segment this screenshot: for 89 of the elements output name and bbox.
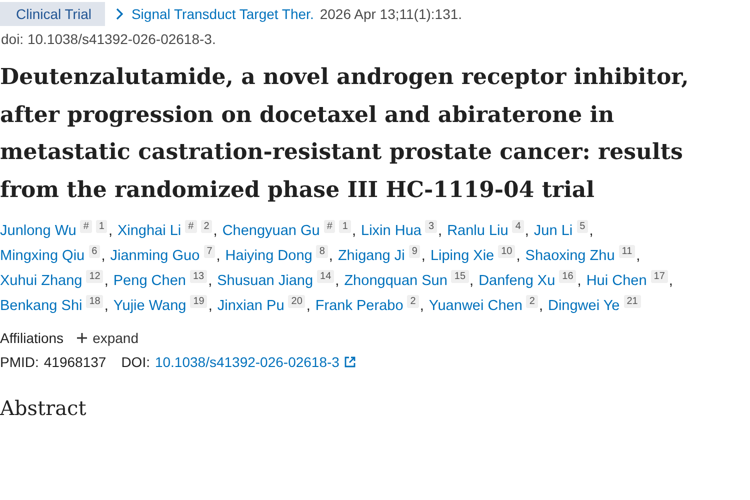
- comma-separator: ,: [104, 273, 108, 289]
- author-link[interactable]: Shaoxing Zhu: [525, 244, 615, 269]
- citation-text: 2026 Apr 13;11(1):131.: [320, 6, 462, 22]
- affiliation-marker[interactable]: 2: [200, 220, 212, 233]
- comma-separator: ,: [524, 223, 529, 239]
- author-link[interactable]: Yujie Wang: [113, 294, 186, 319]
- author-link[interactable]: Lixin Hua: [361, 219, 422, 244]
- section-heading: Abstract: [0, 396, 88, 420]
- comma-separator: ,: [352, 223, 356, 239]
- author-link[interactable]: Jinxian Pu: [217, 294, 284, 319]
- author-link[interactable]: Xuhui Zhang: [0, 269, 82, 294]
- comma-separator: ,: [470, 273, 474, 289]
- affiliation-marker[interactable]: 21: [624, 295, 641, 308]
- author-link[interactable]: Haiying Dong: [225, 244, 312, 269]
- affiliation-marker[interactable]: 1: [96, 220, 108, 233]
- affiliation-marker[interactable]: 4: [512, 220, 524, 233]
- affiliation-marker[interactable]: 1: [339, 220, 351, 233]
- comma-separator: ,: [328, 248, 333, 264]
- author-link[interactable]: Junlong Wu: [0, 219, 76, 244]
- comma-separator: ,: [208, 298, 212, 314]
- doi-link[interactable]: 10.1038/s41392-026-02618-3: [154, 354, 340, 370]
- author-link[interactable]: Zhongquan Sun: [344, 269, 448, 294]
- affiliation-marker[interactable]: 15: [451, 270, 469, 283]
- affiliation-marker[interactable]: 14: [317, 270, 334, 283]
- author-link[interactable]: Chengyuan Gu: [222, 219, 320, 244]
- author-link[interactable]: Xinghai Li: [117, 219, 182, 244]
- author-link[interactable]: Zhigang Ji: [338, 244, 405, 269]
- plus-icon: [76, 332, 88, 344]
- author-link[interactable]: Dingwei Ye: [548, 294, 620, 319]
- comma-separator: ,: [208, 273, 212, 289]
- affiliation-marker[interactable]: 16: [559, 270, 576, 283]
- comma-separator: ,: [538, 298, 543, 314]
- comma-separator: ,: [420, 298, 424, 314]
- journal-link[interactable]: Signal Transduct Target Ther.: [131, 6, 314, 22]
- author-link[interactable]: Frank Perabo: [315, 294, 404, 319]
- author-link[interactable]: Hui Chen: [586, 269, 647, 294]
- comma-separator: ,: [213, 223, 218, 239]
- pmid-label: PMID:: [0, 354, 39, 370]
- comma-separator: ,: [306, 298, 310, 314]
- affiliation-marker[interactable]: 13: [190, 270, 208, 283]
- comma-separator: ,: [101, 248, 106, 264]
- author-link[interactable]: Jun Li: [534, 219, 573, 244]
- affiliation-marker[interactable]: #: [185, 220, 197, 233]
- affiliation-marker[interactable]: 10: [498, 245, 516, 258]
- author-link[interactable]: Peng Chen: [113, 269, 186, 294]
- affiliation-marker[interactable]: 5: [576, 220, 588, 233]
- author-link[interactable]: Benkang Shi: [0, 294, 82, 319]
- comma-separator: ,: [108, 223, 112, 239]
- author-link[interactable]: Liping Xie: [430, 244, 494, 269]
- affiliation-marker[interactable]: 11: [618, 245, 636, 258]
- external-link-icon: [344, 356, 356, 368]
- affiliation-marker[interactable]: 19: [190, 295, 208, 308]
- comma-separator: ,: [104, 298, 108, 314]
- affiliation-marker[interactable]: 7: [204, 245, 216, 258]
- comma-separator: ,: [577, 273, 582, 289]
- affiliation-marker[interactable]: 17: [650, 270, 668, 283]
- expand-button[interactable]: expand: [76, 330, 138, 346]
- affiliation-marker[interactable]: 18: [86, 295, 104, 308]
- author-link[interactable]: Yuanwei Chen: [428, 294, 522, 319]
- author-link[interactable]: Jianming Guo: [110, 244, 200, 269]
- comma-separator: ,: [438, 223, 442, 239]
- doi-text: doi: 10.1038/s41392-026-02618-3.: [0, 31, 217, 47]
- article-type-badge: Clinical Trial: [0, 2, 106, 26]
- author-link[interactable]: Ranlu Liu: [447, 219, 508, 244]
- affiliation-marker[interactable]: 2: [526, 295, 538, 308]
- affiliation-marker[interactable]: 12: [86, 270, 104, 283]
- author-link[interactable]: Shusuan Jiang: [217, 269, 314, 294]
- affiliation-marker[interactable]: #: [80, 220, 92, 233]
- chevron-icon: [115, 7, 126, 21]
- comma-separator: ,: [216, 248, 220, 264]
- author-link[interactable]: Danfeng Xu: [478, 269, 556, 294]
- author-link[interactable]: Mingxing Qiu: [0, 244, 85, 269]
- article-title: Deutenzalutamide, a novel androgen receptor inhibitor, after progression on docetaxel and abiraterone in metastatic castration-resistant prostate cancer: results from the randomized phase III HC-1119-04 trial: [0, 63, 690, 204]
- comma-separator: ,: [589, 223, 594, 239]
- comma-separator: ,: [636, 248, 640, 264]
- comma-separator: ,: [668, 273, 673, 289]
- doi-label: DOI:: [121, 354, 150, 370]
- affiliation-marker[interactable]: 20: [288, 295, 306, 308]
- comma-separator: ,: [516, 248, 520, 264]
- affiliations-label: Affiliations: [0, 330, 64, 346]
- affiliation-marker[interactable]: 9: [408, 245, 420, 258]
- comma-separator: ,: [335, 273, 340, 289]
- pmid-value: 41968137: [44, 354, 106, 370]
- affiliation-marker[interactable]: 2: [407, 295, 419, 308]
- comma-separator: ,: [421, 248, 426, 264]
- affiliation-marker[interactable]: 3: [425, 220, 438, 233]
- affiliation-marker[interactable]: #: [324, 220, 336, 233]
- affiliation-marker[interactable]: 8: [316, 245, 328, 258]
- affiliation-marker[interactable]: 6: [88, 245, 100, 258]
